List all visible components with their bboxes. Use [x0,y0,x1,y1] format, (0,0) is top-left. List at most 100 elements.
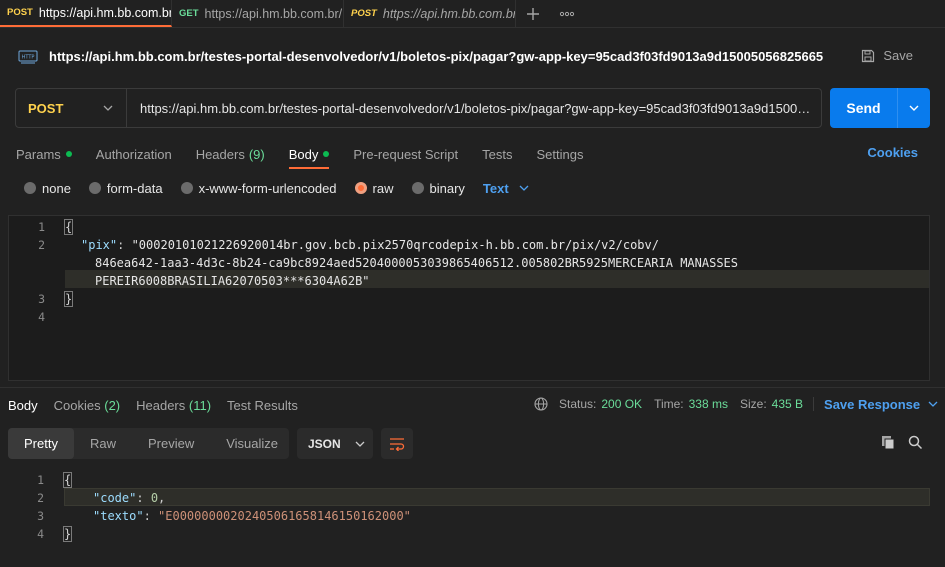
json-colon: : [136,491,151,505]
radio-circle [88,182,101,194]
save-icon [862,49,875,62]
tab-settings[interactable]: Settings [536,140,583,168]
headers-count: (11) [188,397,212,413]
status-value[interactable]: 200 OK [601,397,642,411]
view-pretty[interactable]: Pretty [8,428,74,459]
format-label: Text [482,180,509,196]
tab-label: Headers [136,397,186,413]
tab-label: Tests [482,146,513,162]
radio-label: raw [372,180,394,196]
response-format-dropdown[interactable]: JSON [297,428,373,459]
globe-icon[interactable] [533,396,549,412]
tab-tests[interactable]: Tests [482,140,512,168]
send-options-button[interactable] [898,105,930,111]
response-divider[interactable] [0,387,945,388]
view-raw[interactable]: Raw [74,428,132,459]
method-select[interactable]: POST [16,89,127,127]
save-response-button[interactable]: Save Response [824,397,938,412]
line-number: 2 [38,238,45,252]
save-response-label: Save Response [824,396,921,412]
code-line-3: "texto": "E00000000202405061658146150162… [93,509,411,523]
tab-method: GET [179,8,199,19]
tab-url: https://api.hm.bb.com.br [382,6,516,21]
more-tabs-button[interactable] [550,0,584,27]
tab-headers[interactable]: Headers (9) [196,140,265,168]
radio-binary[interactable]: binary [411,181,465,196]
radio-label: x-www-form-urlencoded [198,180,337,196]
json-comma: , [158,491,166,505]
code-line-2-wrap-1: 846ea642-1aa3-4d3c-8b24-ca9bc8924aed5204… [95,256,738,270]
tab-method: POST [7,7,33,18]
save-button[interactable]: Save [861,48,913,63]
line-number: 1 [38,220,45,234]
close-brace: } [63,291,74,307]
json-key: "pix" [81,238,118,252]
request-name[interactable]: https://api.hm.bb.com.br/testes-portal-d… [49,49,823,64]
view-preview[interactable]: Preview [132,428,210,459]
json-value-code: 0 [150,491,159,505]
line-number: 3 [37,509,44,523]
tab-params[interactable]: Params [16,140,72,168]
line-number: 1 [37,473,44,487]
open-brace: { [63,219,74,235]
code-line-4: } [62,526,73,542]
line-number: 3 [38,292,45,306]
method-label: POST [28,100,64,116]
request-url-bar: POST https://api.hm.bb.com.br/testes-por… [15,88,822,128]
json-value-texto: "E00000000202405061658146150162000" [158,509,411,523]
tab-url: https://api.hm.bb.com.br/ [204,6,343,21]
line-number: 2 [37,491,44,505]
raw-format-dropdown[interactable]: Text [483,181,529,196]
send-button[interactable]: Send [830,88,930,128]
code-line-2-wrap-2: PEREIR6008BRASILIA62070503***6304A62B" [95,274,370,288]
request-body-editor[interactable]: 1 2 3 4 { "pix": "00020101021226920014br… [8,215,930,381]
size-value[interactable]: 435 B [772,397,803,411]
body-type-selector: none form-data x-www-form-urlencoded raw… [24,178,529,198]
tab-label: Cookies [53,397,101,413]
tab-url: https://api.hm.bb.com.br [38,5,172,20]
tab-body[interactable]: Body [288,140,330,169]
time-value[interactable]: 338 ms [689,397,728,411]
radio-circle [24,182,36,194]
http-icon: HTTP [18,50,38,64]
search-icon [908,435,923,450]
radio-label: form-data [106,180,163,196]
radio-circle [180,182,193,194]
chevron-down-icon [909,105,919,111]
radio-raw[interactable]: raw [354,180,394,196]
more-horizontal-icon [559,11,575,16]
response-body-viewer[interactable]: 1 2 3 4 { "code": 0, "texto": "E00000000… [0,466,930,567]
code-line-2: "pix": "00020101021226920014br.gov.bcb.p… [81,238,659,252]
cookies-link[interactable]: Cookies [867,145,918,160]
headers-count: (9) [248,146,265,162]
json-value-part-1: "00020101021226920014br.gov.bcb.pix2570q… [131,238,659,252]
response-meta: Status: 200 OK Time: 338 ms Size: 435 B … [533,396,938,412]
json-colon: : [143,509,159,523]
radio-form-data[interactable]: form-data [88,180,163,196]
request-tab-3[interactable]: POST https://api.hm.bb.com.br [344,0,516,27]
copy-button[interactable] [881,435,896,450]
wrap-lines-button[interactable] [381,428,413,459]
tab-pre-request-script[interactable]: Pre-request Script [353,140,458,168]
tab-method: POST [351,8,377,19]
response-tab-body[interactable]: Body [8,398,38,413]
copy-icon [882,436,895,450]
tab-label: Body [288,146,319,162]
response-tab-cookies[interactable]: Cookies (2) [54,398,120,413]
url-input[interactable]: https://api.hm.bb.com.br/testes-portal-d… [127,101,817,116]
tab-authorization[interactable]: Authorization [96,140,172,168]
request-tab-2[interactable]: GET https://api.hm.bb.com.br/ [172,0,344,27]
radio-none[interactable]: none [24,181,71,196]
view-visualize[interactable]: Visualize [210,428,294,459]
request-tab-1[interactable]: POST https://api.hm.bb.com.br [0,0,172,27]
response-tab-test-results[interactable]: Test Results [227,398,298,413]
radio-urlencoded[interactable]: x-www-form-urlencoded [180,180,337,196]
wrap-lines-icon [390,437,405,451]
tab-label: Pre-request Script [353,146,459,162]
response-tab-headers[interactable]: Headers (11) [136,398,211,413]
search-button[interactable] [908,435,923,450]
new-tab-button[interactable] [516,0,550,27]
svg-text:HTTP: HTTP [22,55,35,61]
json-key-code: "code" [93,491,137,505]
close-brace: } [62,526,73,542]
